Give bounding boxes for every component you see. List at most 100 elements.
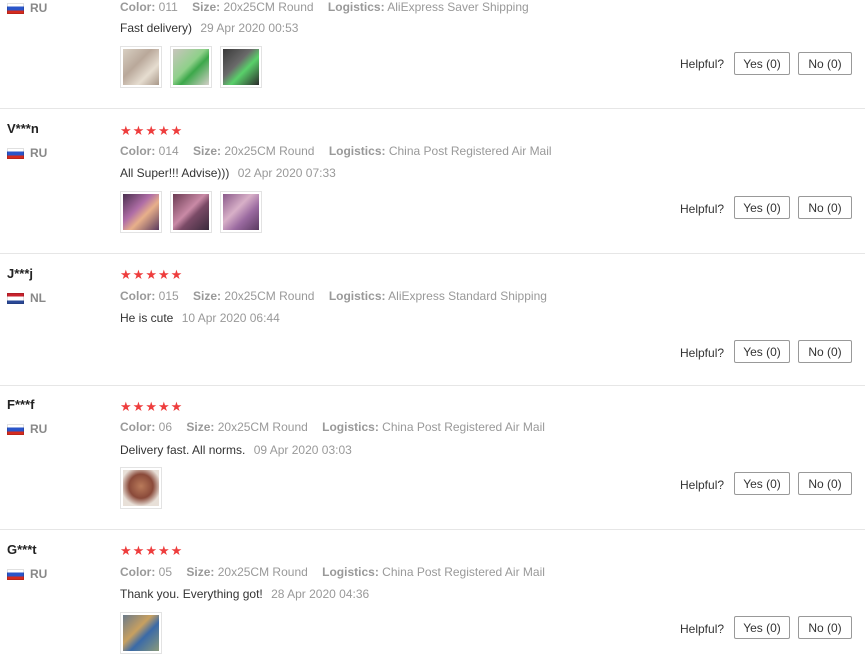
helpful-no-button[interactable]: No (0) [798, 340, 852, 363]
logistics-label: Logistics: [328, 144, 386, 158]
size-value: 20x25CM Round [223, 0, 314, 14]
helpful-yes-button[interactable]: Yes (0) [734, 472, 790, 495]
star-icon: ★ [145, 267, 157, 282]
review-photo[interactable] [120, 191, 162, 233]
helpful-label: Helpful? [680, 622, 725, 636]
review-attributes: Color: 05 Size: 20x25CM Round Logistics:… [120, 565, 545, 579]
star-icon: ★ [170, 543, 183, 558]
size-label: Size: [186, 420, 215, 434]
color-value: 015 [158, 289, 179, 303]
review-divider [0, 253, 865, 254]
color-value: 011 [158, 0, 178, 14]
review-date: 09 Apr 2020 03:03 [253, 443, 352, 457]
reviewer-name: F***f [7, 397, 35, 412]
review-date: 28 Apr 2020 04:36 [271, 587, 370, 601]
review-divider [0, 529, 865, 530]
color-label: Color: [120, 289, 156, 303]
logistics-value: China Post Registered Air Mail [388, 144, 552, 158]
color-label: Color: [120, 420, 156, 434]
logistics-label: Logistics: [328, 289, 386, 303]
color-label: Color: [120, 144, 156, 158]
size-label: Size: [193, 289, 222, 303]
helpful-yes-button[interactable]: Yes (0) [734, 340, 790, 363]
review-date: 10 Apr 2020 06:44 [181, 311, 280, 325]
size-value: 20x25CM Round [224, 289, 315, 303]
review-text: All Super!!! Advise))) 02 Apr 2020 07:33 [120, 166, 336, 180]
review-text: Delivery fast. All norms. 09 Apr 2020 03… [120, 443, 352, 457]
star-icon: ★ [132, 543, 145, 558]
review-photo[interactable] [120, 46, 162, 88]
review-photos [120, 467, 162, 509]
helpful-no-button[interactable]: No (0) [798, 196, 852, 219]
review-divider [0, 108, 865, 109]
reviewer-country: RU [7, 422, 47, 436]
reviewer-name: G***t [7, 542, 37, 557]
review-photos [120, 191, 262, 233]
review-body: Fast delivery) [120, 21, 193, 35]
review-text: Thank you. Everything got! 28 Apr 2020 0… [120, 587, 369, 601]
color-label: Color: [120, 0, 156, 14]
review-text: He is cute 10 Apr 2020 06:44 [120, 311, 280, 325]
logistics-value: China Post Registered Air Mail [382, 565, 545, 579]
helpful-yes-button[interactable]: Yes (0) [734, 196, 790, 219]
star-icon: ★ [157, 543, 170, 558]
star-icon: ★ [145, 123, 157, 138]
russia-flag-icon [7, 2, 24, 14]
review-photo[interactable] [120, 467, 162, 509]
helpful-label: Helpful? [680, 478, 725, 492]
size-value: 20x25CM Round [224, 144, 315, 158]
star-icon: ★ [145, 399, 157, 414]
review-attributes: Color: 015 Size: 20x25CM Round Logistics… [120, 289, 547, 303]
star-icon: ★ [120, 543, 132, 558]
helpful-label: Helpful? [680, 202, 725, 216]
reviewer-country: RU [7, 146, 47, 160]
review-photo[interactable] [170, 191, 212, 233]
logistics-value: China Post Registered Air Mail [382, 420, 545, 434]
star-icon: ★ [132, 123, 145, 138]
review-attributes: Color: 014 Size: 20x25CM Round Logistics… [120, 144, 552, 158]
review-photo[interactable] [120, 612, 162, 654]
star-icon: ★ [157, 123, 170, 138]
size-value: 20x25CM Round [217, 565, 308, 579]
review-photos [120, 46, 262, 88]
star-rating: ★ ★ ★ ★ ★ [120, 268, 182, 281]
review-date: 29 Apr 2020 00:53 [200, 21, 299, 35]
helpful-yes-button[interactable]: Yes (0) [734, 52, 790, 75]
size-value: 20x25CM Round [217, 420, 308, 434]
star-icon: ★ [170, 399, 183, 414]
color-label: Color: [120, 565, 156, 579]
star-rating: ★ ★ ★ ★ ★ [120, 544, 182, 557]
review-body: Thank you. Everything got! [120, 587, 263, 601]
review-body: Delivery fast. All norms. [120, 443, 246, 457]
helpful-no-button[interactable]: No (0) [798, 52, 852, 75]
helpful-no-button[interactable]: No (0) [798, 616, 852, 639]
review-photo[interactable] [170, 46, 212, 88]
helpful-no-button[interactable]: No (0) [798, 472, 852, 495]
netherlands-flag-icon [7, 292, 24, 304]
star-icon: ★ [132, 267, 145, 282]
helpful-yes-button[interactable]: Yes (0) [734, 616, 790, 639]
logistics-value: AliExpress Standard Shipping [388, 289, 547, 303]
star-icon: ★ [132, 399, 145, 414]
russia-flag-icon [7, 147, 24, 159]
star-icon: ★ [170, 123, 183, 138]
russia-flag-icon [7, 423, 24, 435]
reviewer-name: V***n [7, 121, 39, 136]
logistics-label: Logistics: [322, 420, 379, 434]
logistics-label: Logistics: [327, 0, 385, 14]
review-photo[interactable] [220, 191, 262, 233]
reviewer-country: RU [7, 1, 47, 15]
review-photo[interactable] [220, 46, 262, 88]
reviewer-country: RU [7, 567, 47, 581]
reviewer-country: NL [7, 291, 46, 305]
review-date: 02 Apr 2020 07:33 [237, 166, 336, 180]
color-value: 06 [158, 420, 173, 434]
review-divider [0, 385, 865, 386]
star-icon: ★ [170, 267, 183, 282]
russia-flag-icon [7, 568, 24, 580]
review-text: Fast delivery) 29 Apr 2020 00:53 [120, 21, 298, 35]
star-rating: ★ ★ ★ ★ ★ [120, 400, 182, 413]
size-label: Size: [192, 0, 221, 14]
star-icon: ★ [120, 399, 132, 414]
star-icon: ★ [120, 123, 132, 138]
